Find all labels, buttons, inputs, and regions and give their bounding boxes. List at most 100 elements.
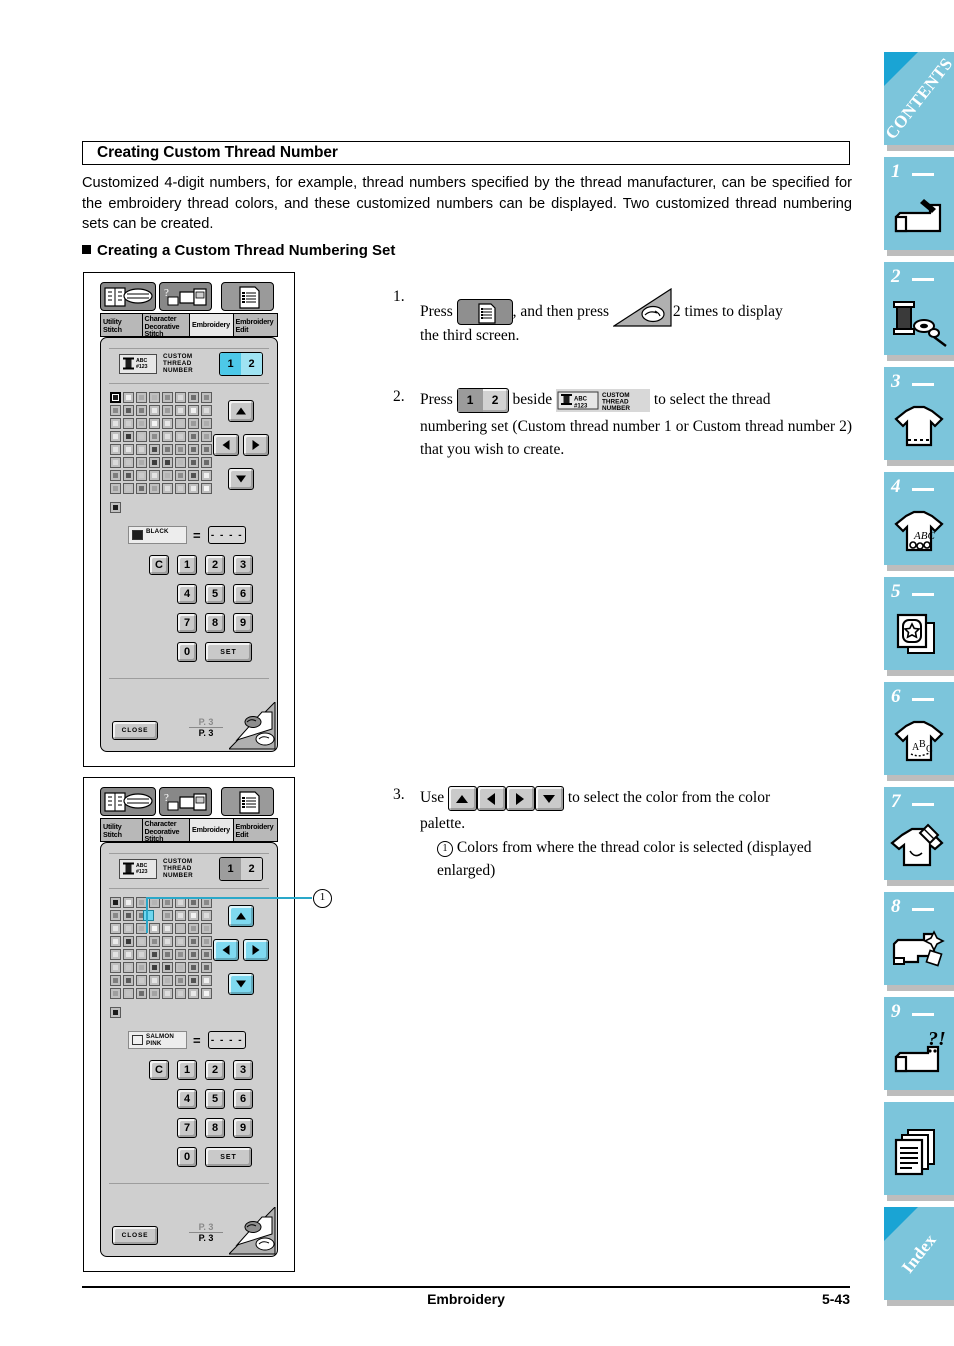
palette-cell[interactable] [201,988,212,999]
palette-cell[interactable] [149,988,160,999]
palette-cell[interactable] [175,483,186,494]
palette-cell[interactable] [136,470,147,481]
keypad-key-2[interactable]: 2 [205,555,225,575]
palette-cell[interactable] [123,405,134,416]
palette-cell[interactable] [175,431,186,442]
custom-thread-number-icon[interactable]: ABC #123 CUSTOM THREAD NUMBER [555,389,650,412]
palette-cell[interactable] [175,392,186,403]
palette-cell[interactable] [162,483,173,494]
sidebar-item-chapter-2[interactable]: 2 [884,262,954,361]
screen1-thread-set-toggle[interactable]: 1 2 [219,352,263,376]
palette-cell[interactable] [110,431,121,442]
palette-cell[interactable] [149,483,160,494]
palette-cell[interactable] [136,949,147,960]
palette-cell[interactable] [162,418,173,429]
palette-cell[interactable] [136,457,147,468]
next-page-corner-fold[interactable] [227,700,276,755]
palette-cell[interactable] [162,444,173,455]
palette-cell[interactable] [123,936,134,947]
palette-cell[interactable] [162,923,173,934]
palette-cell[interactable] [149,923,160,934]
close-button[interactable]: CLOSE [112,721,158,740]
palette-cell[interactable] [201,975,212,986]
palette-cell[interactable] [123,444,134,455]
palette-cell[interactable] [149,405,160,416]
palette-cell[interactable] [136,936,147,947]
palette-cell[interactable] [162,962,173,973]
palette-first-cell[interactable] [110,897,121,908]
palette-extra-cell[interactable] [110,502,121,513]
palette-cell[interactable] [123,910,134,921]
keypad-key-1[interactable]: 1 [177,1060,197,1080]
palette-cell[interactable] [136,392,147,403]
palette-cell[interactable] [201,910,212,921]
palette-cell[interactable] [123,988,134,999]
palette-cell[interactable] [149,470,160,481]
keypad-set-button[interactable]: SET [205,642,252,662]
sidebar-item-appendix[interactable] [884,1102,954,1201]
palette-cell[interactable] [162,975,173,986]
palette-cell[interactable] [110,962,121,973]
keypad-key-9[interactable]: 9 [233,1118,253,1138]
sidebar-item-chapter-1[interactable]: 1 [884,157,954,256]
palette-cell[interactable] [136,975,147,986]
palette-cell[interactable] [162,988,173,999]
palette-cell[interactable] [162,910,173,921]
sidebar-item-contents[interactable]: CONTENTS [881,52,954,151]
keypad-key-0[interactable]: 0 [177,1147,197,1167]
keypad-key-8[interactable]: 8 [205,1118,225,1138]
tab-label-utility-stitch[interactable]: Utility Stitch [101,819,143,841]
palette-cell[interactable] [175,962,186,973]
palette-cell[interactable] [188,483,199,494]
palette-cell[interactable] [123,897,134,908]
tab-icon-character-decorative-stitch[interactable]: ? [159,282,212,311]
palette-cell[interactable] [110,936,121,947]
sidebar-item-chapter-7[interactable]: 7 [884,787,954,886]
palette-cell[interactable] [188,923,199,934]
palette-cell[interactable] [188,392,199,403]
palette-cell[interactable] [149,457,160,468]
palette-cell[interactable] [175,923,186,934]
palette-cell[interactable] [123,431,134,442]
palette-cell[interactable] [162,949,173,960]
tab-icon-embroidery[interactable] [221,282,274,311]
down-arrow-button-icon[interactable] [534,786,564,811]
palette-cell[interactable] [175,470,186,481]
palette-cell[interactable] [175,444,186,455]
palette-cell[interactable] [201,457,212,468]
palette-cell[interactable] [188,988,199,999]
palette-cell[interactable] [188,962,199,973]
sidebar-item-chapter-3[interactable]: 3 [884,367,954,466]
palette-left-arrow-button[interactable] [213,434,239,456]
sidebar-item-chapter-6[interactable]: 6 A B C [884,682,954,781]
palette-cell[interactable] [175,418,186,429]
palette-cell[interactable] [201,949,212,960]
palette-cell[interactable] [175,975,186,986]
palette-cell[interactable] [149,949,160,960]
palette-cell[interactable] [110,949,121,960]
palette-cell[interactable] [123,962,134,973]
palette-cell[interactable] [136,431,147,442]
palette-cell[interactable] [201,483,212,494]
palette-cell[interactable] [188,405,199,416]
palette-cell[interactable] [123,923,134,934]
palette-cell[interactable] [123,949,134,960]
palette-cell[interactable] [201,392,212,403]
left-arrow-button-icon[interactable] [476,786,506,811]
sidebar-item-chapter-4[interactable]: 4 ABC [884,472,954,571]
toggle-icon-option-2[interactable]: 2 [483,389,508,412]
embroidery-settings-button-icon[interactable] [456,299,513,326]
palette-cell[interactable] [162,936,173,947]
palette-cell[interactable] [110,923,121,934]
sidebar-item-chapter-8[interactable]: 8 [884,892,954,991]
palette-cell[interactable] [123,457,134,468]
palette-cell[interactable] [136,418,147,429]
sidebar-item-chapter-5[interactable]: 5 [884,577,954,676]
palette-cell[interactable] [175,988,186,999]
palette-cell[interactable] [201,470,212,481]
palette-cell[interactable] [188,444,199,455]
close-button[interactable]: CLOSE [112,1226,158,1245]
palette-cell[interactable] [123,483,134,494]
palette-extra-cell[interactable] [110,1007,121,1018]
keypad-key-4[interactable]: 4 [177,584,197,604]
